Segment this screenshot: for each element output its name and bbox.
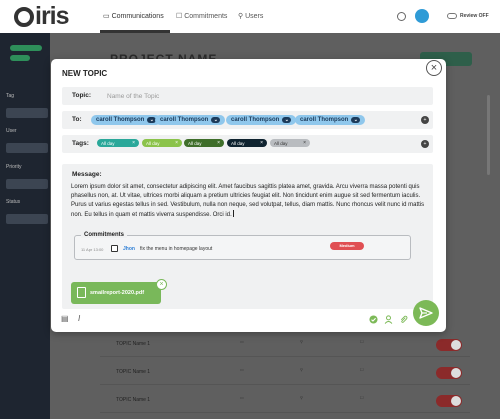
commitment-checkbox[interactable]	[111, 245, 118, 252]
tag-chip[interactable]: All day ×	[270, 139, 310, 147]
table-row[interactable]: TOPIC Name 1 ▭ ⚲ ☐	[100, 361, 470, 385]
sidebar-label: Tag	[6, 93, 15, 99]
paperclip-icon[interactable]	[399, 315, 408, 324]
sidebar-field[interactable]	[6, 143, 48, 153]
attachment-chip[interactable]: smailreport-2020.pdf	[71, 282, 161, 304]
topic-label: Topic:	[72, 92, 92, 99]
commitments-box: Commitments 11 Apr 13:00 Jhon fix the me…	[74, 232, 411, 260]
document-icon[interactable]: ▤	[61, 314, 69, 323]
add-tag-icon[interactable]: +	[421, 140, 429, 148]
filter-sidebar: Tag User Priority Status	[0, 33, 50, 419]
attachment-filename: smailreport-2020.pdf	[90, 290, 145, 296]
send-icon	[419, 307, 433, 319]
message-text[interactable]: Lorem ipsum dolor sit amet, consectetur …	[71, 183, 427, 220]
read-toggle[interactable]	[436, 339, 462, 351]
sidebar-field[interactable]	[6, 214, 48, 224]
user-icon[interactable]	[384, 315, 393, 324]
italic-icon[interactable]: I	[78, 314, 80, 323]
topic-input[interactable]	[107, 91, 407, 101]
commitment-task: fix the menu in homepage layout	[140, 246, 213, 252]
commitment-time: 11 Apr 13:00	[81, 247, 104, 252]
check-circle-icon[interactable]	[369, 315, 378, 324]
topic-row: Topic:	[62, 87, 433, 105]
commitments-title: Commitments	[81, 232, 128, 238]
close-icon[interactable]: ×	[132, 140, 135, 146]
tags-label: Tags:	[72, 140, 89, 147]
close-icon[interactable]: ×	[217, 140, 220, 146]
nav-users[interactable]: ⚲ Users	[238, 12, 263, 20]
read-toggle[interactable]	[436, 367, 462, 379]
close-icon[interactable]: ×	[303, 140, 306, 146]
remove-attachment-icon[interactable]: ×	[156, 279, 167, 290]
recipient-chip[interactable]: caroll Thompson ⌄	[155, 115, 226, 125]
modal-title: NEW TOPIC	[62, 69, 108, 78]
top-bar: iris ▭ Communications ☐ Commitments ⚲ Us…	[0, 0, 500, 33]
table-row[interactable]: TOPIC Name 1 ▭ ⚲ ☐	[100, 389, 470, 413]
filter-chip[interactable]	[10, 55, 30, 61]
sidebar-field[interactable]	[6, 108, 48, 118]
review-toggle[interactable]	[447, 13, 457, 19]
close-icon[interactable]: ×	[426, 60, 442, 76]
commitment-user[interactable]: Jhon	[123, 246, 135, 252]
close-icon[interactable]: ×	[260, 140, 263, 146]
scrollbar[interactable]	[487, 95, 490, 175]
to-label: To:	[72, 116, 82, 123]
close-icon[interactable]: ×	[175, 140, 178, 146]
chevron-down-icon[interactable]: ⌄	[282, 116, 292, 123]
app-logo: iris	[14, 2, 70, 31]
nav-commitments[interactable]: ☐ Commitments	[176, 12, 227, 20]
recipient-chip[interactable]: caroll Thompson ⌄	[91, 115, 162, 125]
tag-chip[interactable]: All day ×	[97, 139, 139, 147]
tag-chip[interactable]: All day ×	[227, 139, 267, 147]
message-label: Message:	[72, 171, 102, 178]
tag-chip[interactable]: All day ×	[142, 139, 182, 147]
tag-chip[interactable]: All day ×	[184, 139, 224, 147]
priority-badge[interactable]: Medium	[330, 242, 364, 250]
add-recipient-icon[interactable]: +	[421, 116, 429, 124]
filter-chip[interactable]	[10, 45, 42, 51]
sidebar-field[interactable]	[6, 179, 48, 189]
chevron-down-icon[interactable]: ⌄	[211, 116, 221, 123]
recipient-chip[interactable]: caroll Thompson ⌄	[295, 115, 366, 125]
to-row: To: caroll Thompson ⌄ caroll Thompson ⌄ ca…	[62, 111, 433, 129]
text-cursor	[232, 210, 235, 217]
recipient-chip[interactable]: caroll Thompson ⌄	[226, 115, 297, 125]
table-row[interactable]: TOPIC Name 1 ▭ ⚲ ☐	[100, 333, 470, 357]
sidebar-label: Priority	[6, 164, 22, 170]
pdf-file-icon	[77, 287, 86, 298]
new-topic-modal: NEW TOPIC × Topic: To: caroll Thompson⌄ …	[51, 59, 446, 332]
search-icon[interactable]	[397, 12, 406, 21]
nav-communications[interactable]: ▭ Communications	[103, 12, 164, 20]
review-label: Review OFF	[460, 13, 489, 19]
avatar[interactable]	[415, 9, 429, 23]
sidebar-label: User	[6, 128, 17, 134]
send-button[interactable]	[413, 300, 439, 326]
read-toggle[interactable]	[436, 395, 462, 407]
sidebar-label: Status	[6, 199, 21, 205]
tags-row: Tags: All day × All day × All day × All day…	[62, 135, 433, 153]
chevron-down-icon[interactable]: ⌄	[351, 116, 361, 123]
